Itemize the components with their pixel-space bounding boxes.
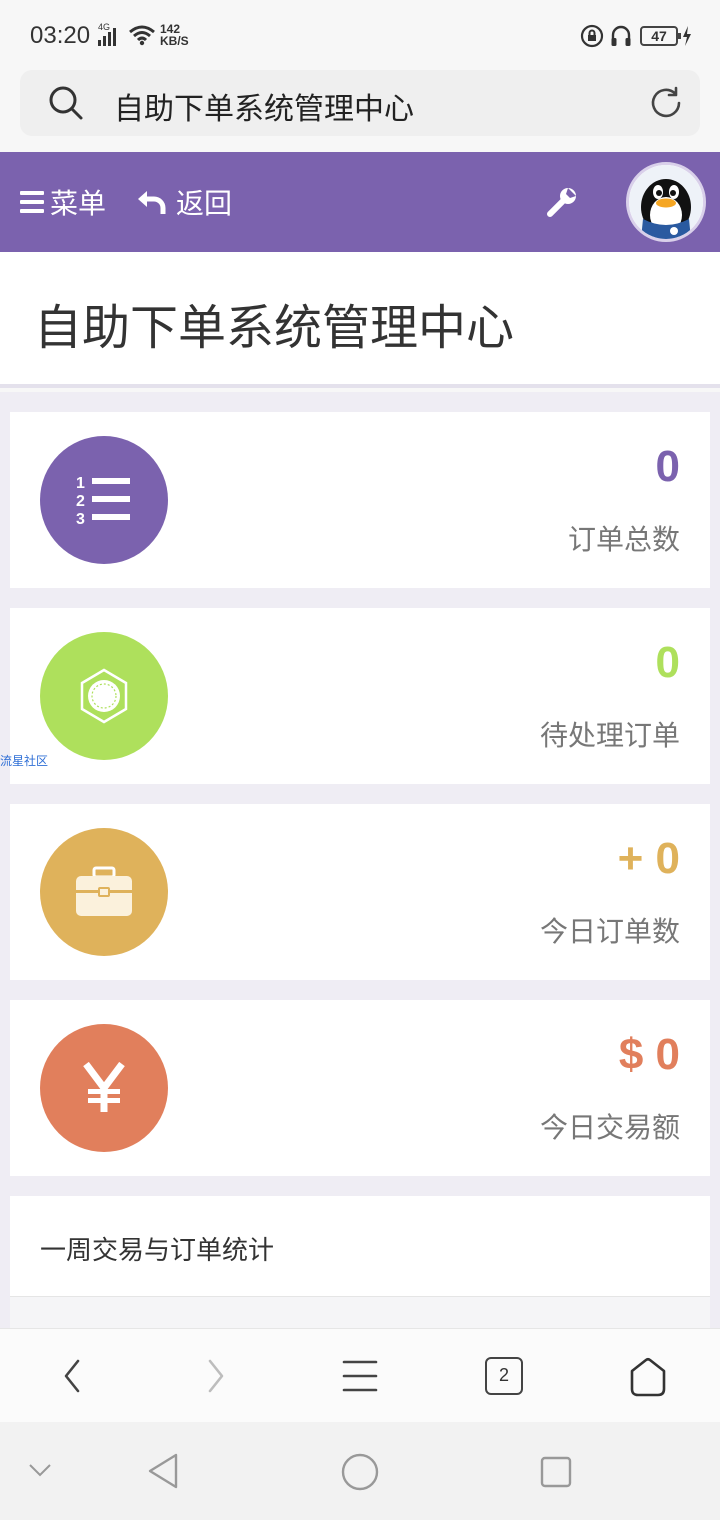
- menu-label: 菜单: [50, 187, 107, 220]
- wifi-icon: [129, 25, 155, 46]
- nav-recents-icon[interactable]: [540, 1456, 572, 1488]
- app-header: 菜单 返回: [0, 152, 720, 252]
- lock-rotation-icon: [580, 24, 604, 48]
- stat-value: $ 0: [618, 1030, 680, 1079]
- chevron-down-icon[interactable]: [28, 1462, 52, 1478]
- stat-card-today-orders[interactable]: + 0 今日订单数: [10, 804, 710, 980]
- penguin-avatar-icon: [629, 165, 703, 239]
- svg-text:2: 2: [76, 493, 85, 510]
- system-nav-bar: [0, 1422, 720, 1520]
- stat-label: 订单总数: [567, 523, 680, 556]
- reply-arrow-icon: [138, 191, 166, 214]
- back-label: 返回: [176, 187, 233, 220]
- menu-lines-icon[interactable]: [342, 1357, 378, 1395]
- svg-text:3: 3: [76, 511, 85, 528]
- reload-icon[interactable]: [648, 85, 684, 121]
- menu-button[interactable]: 菜单: [20, 182, 106, 222]
- cell-signal-icon: 4G: [98, 22, 116, 46]
- tabs-button[interactable]: 2: [485, 1357, 523, 1395]
- ordered-list-icon: 1 2 3: [40, 436, 168, 564]
- yen-icon: [40, 1024, 168, 1152]
- address-title[interactable]: 自助下单系统管理中心: [114, 84, 414, 128]
- stat-card-pending-orders[interactable]: 0 待处理订单: [10, 608, 710, 784]
- avatar[interactable]: [626, 162, 706, 242]
- nav-home-icon[interactable]: [340, 1452, 380, 1492]
- briefcase-icon: [40, 828, 168, 956]
- weekly-stats-body: [10, 1296, 710, 1328]
- browser-toolbar: 2: [0, 1328, 720, 1422]
- battery-icon: 47: [640, 26, 681, 46]
- stat-value: + 0: [617, 834, 680, 883]
- weekly-stats-title: 一周交易与订单统计: [40, 1236, 275, 1266]
- watermark: 流星社区: [0, 754, 49, 768]
- home-icon[interactable]: [628, 1357, 668, 1397]
- stat-value: 0: [655, 638, 680, 687]
- address-bar[interactable]: 自助下单系统管理中心: [20, 70, 700, 136]
- back-arrow-icon[interactable]: [60, 1357, 84, 1395]
- headphones-icon: [611, 25, 631, 46]
- speed-unit: KB/S: [160, 34, 189, 48]
- network-speed: 142 KB/S: [160, 23, 189, 47]
- forward-arrow-icon[interactable]: [204, 1357, 228, 1395]
- stat-label: 待处理订单: [539, 719, 680, 752]
- nav-back-icon[interactable]: [146, 1452, 180, 1490]
- stat-card-total-orders[interactable]: 1 2 3 0 订单总数: [10, 412, 710, 588]
- page-title: 自助下单系统管理中心: [34, 300, 515, 356]
- wrench-icon[interactable]: [546, 186, 578, 218]
- network-type: 4G: [98, 22, 111, 32]
- back-button[interactable]: 返回: [136, 182, 232, 222]
- hamburger-icon: [20, 191, 44, 213]
- stat-card-today-revenue[interactable]: $ 0 今日交易额: [10, 1000, 710, 1176]
- gear-badge-icon: [40, 632, 168, 760]
- charging-icon: [683, 26, 691, 46]
- stat-label: 今日订单数: [539, 915, 680, 948]
- stat-label: 今日交易额: [539, 1111, 680, 1144]
- page-title-section: 自助下单系统管理中心: [0, 252, 720, 388]
- weekly-stats-panel: 一周交易与订单统计: [10, 1196, 710, 1328]
- svg-text:1: 1: [76, 475, 85, 492]
- status-bar: 03:20 4G 142 KB/S 47: [0, 0, 720, 70]
- search-icon[interactable]: [48, 85, 84, 121]
- stat-value: 0: [655, 442, 680, 491]
- status-time: 03:20: [30, 22, 91, 49]
